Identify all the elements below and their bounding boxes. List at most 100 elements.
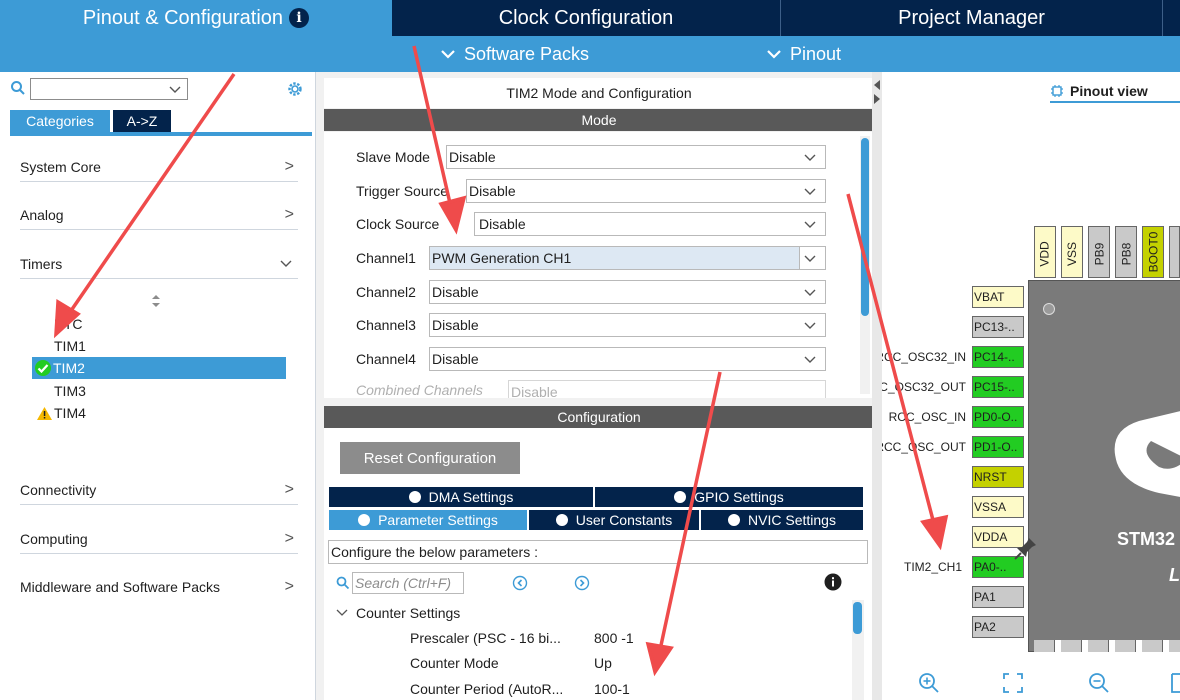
pin-pb8[interactable]: PB8 [1115,226,1137,278]
chevron-right-icon: > [284,157,294,175]
parameter-search-input[interactable]: Search (Ctrl+F) [352,572,464,594]
pin-pb9[interactable]: PB9 [1088,226,1110,278]
timer-item-tim1[interactable]: TIM1 [54,335,86,357]
tab-pinout-view[interactable]: Pinout view [1050,80,1180,102]
tab-gpio-settings[interactable]: GPIO Settings [594,486,864,508]
pin-vssa[interactable]: VSSA [972,496,1024,518]
check-circle-icon [35,360,51,376]
search-icon [336,576,350,590]
config-scrollbar-thumb[interactable] [853,602,862,634]
select-value: Disable [511,384,558,398]
pin-pc13[interactable]: PC13-.. [972,316,1024,338]
timer-item-tim4[interactable]: TIM4 [36,402,86,424]
category-search-combo[interactable] [30,78,188,100]
previous-icon[interactable] [512,575,528,591]
fit-screen-icon[interactable] [1002,672,1024,694]
mode-scrollbar-thumb[interactable] [861,138,869,316]
category-connectivity[interactable]: Connectivity > [20,475,298,505]
pin-label: NRST [974,470,1007,484]
pin-nrst[interactable]: NRST [972,466,1024,488]
panel-splitter[interactable] [872,72,882,700]
select-value: Disable [432,284,479,300]
tab-user-constants[interactable]: User Constants [528,509,700,531]
param-value-counter-mode[interactable]: Up [594,652,612,674]
pin-pc14[interactable]: PC14-.. [972,346,1024,368]
channel4-select[interactable]: Disable [429,347,826,371]
search-icon[interactable] [10,80,26,96]
signal-text: RCC_OSC_IN [888,410,966,424]
pin-vbat[interactable]: VBAT [972,286,1024,308]
tab-pinout-configuration[interactable]: Pinout & Configuration i [0,0,392,36]
chevron-right-icon: > [284,529,294,547]
combined-channels-row: Combined Channels Disable [356,378,836,398]
pin-pd1[interactable]: PD1-O.. [972,436,1024,458]
pinout-menu[interactable]: Pinout [766,36,841,72]
next-icon[interactable] [574,575,590,591]
counter-settings-group[interactable]: Counter Settings [336,602,460,624]
pin-label: VDD [1038,241,1052,267]
tab-label: Parameter Settings [378,512,498,528]
zoom-in-icon[interactable] [918,672,940,694]
chevron-down-icon [804,221,816,228]
trigger-source-select[interactable]: Disable [466,179,826,203]
check-circle-icon [555,514,568,526]
tab-label: User Constants [575,512,673,528]
select-value: Disable [479,216,526,232]
pin-pa2[interactable]: PA2 [972,616,1024,638]
mode-section-title: Mode [581,112,617,128]
timer-label: TIM4 [54,405,86,421]
tab-a-to-z-label: A->Z [126,113,158,129]
tab-nvic-settings[interactable]: NVIC Settings [700,509,864,531]
category-analog[interactable]: Analog > [20,200,298,230]
pin-pa1[interactable]: PA1 [972,586,1024,608]
timer-item-tim2[interactable]: TIM2 [34,357,85,379]
reset-configuration-button[interactable]: Reset Configuration [340,442,520,474]
channel1-select[interactable]: PWM Generation CH1 [429,246,826,270]
tab-parameter-settings[interactable]: Parameter Settings [328,509,528,531]
tab-project-manager[interactable]: Project Manager [780,0,1162,36]
pinout-view-underline [1050,101,1180,103]
bottom-pin-row [1034,640,1180,652]
zoom-out-icon[interactable] [1088,672,1110,694]
param-value-counter-period[interactable]: 100-1 [594,678,630,700]
sort-icon[interactable] [151,294,161,308]
pin-boot0[interactable]: BOOT0 [1142,226,1164,278]
gear-icon[interactable] [286,80,304,98]
category-label: Connectivity [20,481,97,498]
pin-vdd[interactable]: VDD [1034,226,1056,278]
tab-overflow[interactable] [1162,0,1180,36]
select-value: Disable [449,149,496,165]
info-icon[interactable] [824,573,842,591]
param-value-prescaler[interactable]: 800 -1 [594,627,634,649]
timer-item-tim3[interactable]: TIM3 [54,380,86,402]
collapse-icon[interactable] [873,78,881,106]
signal-pc15: RCC_OSC32_OUT [882,376,966,398]
software-packs-menu[interactable]: Software Packs [440,36,589,72]
tab-a-to-z[interactable]: A->Z [113,110,171,132]
pin-label: PB9 [1092,242,1106,266]
channel2-label: Channel2 [356,280,416,304]
channel2-select[interactable]: Disable [429,280,826,304]
category-computing[interactable]: Computing > [20,524,298,554]
param-value-text: 100-1 [594,681,630,697]
pin-pd0[interactable]: PD0-O.. [972,406,1024,428]
category-label: Computing [20,530,88,547]
channel3-select[interactable]: Disable [429,313,826,337]
clock-source-select[interactable]: Disable [474,212,826,236]
pin-pc15[interactable]: PC15-.. [972,376,1024,398]
slave-mode-select[interactable]: Disable [446,145,826,169]
chevron-down-icon [804,188,816,195]
timer-item-rtc[interactable]: RTC [54,313,83,335]
tab-clock-configuration[interactable]: Clock Configuration [392,0,780,36]
pin-vss[interactable]: VSS [1061,226,1083,278]
export-icon[interactable] [1170,672,1180,694]
category-middleware[interactable]: Middleware and Software Packs > [20,572,298,602]
category-system-core[interactable]: System Core > [20,152,298,182]
pin-next[interactable] [1169,226,1180,278]
chevron-down-icon [804,322,816,329]
category-timers[interactable]: Timers [20,249,298,279]
check-circle-icon [408,491,421,503]
tab-dma-settings[interactable]: DMA Settings [328,486,594,508]
combined-channels-select[interactable]: Disable [508,380,826,398]
tab-categories[interactable]: Categories [10,110,110,132]
